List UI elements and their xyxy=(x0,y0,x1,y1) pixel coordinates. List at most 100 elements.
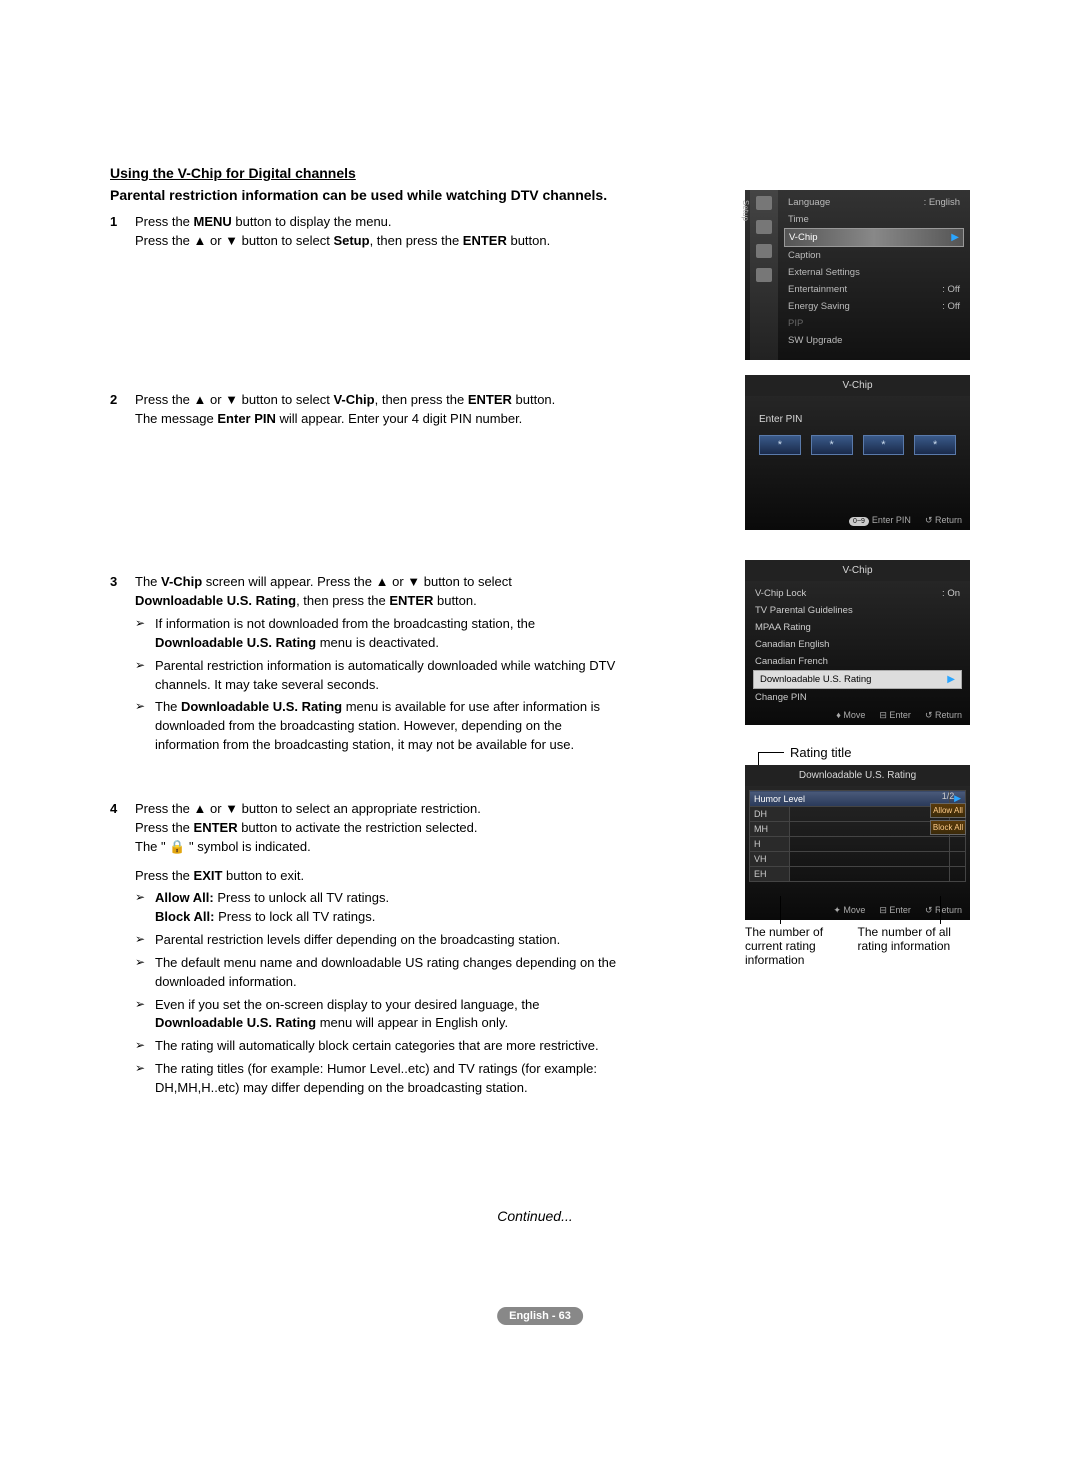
note: ➢The rating titles (for example: Humor L… xyxy=(135,1060,625,1098)
menu-row: Change PIN xyxy=(753,689,962,706)
section-heading: Using the V-Chip for Digital channels xyxy=(110,165,960,181)
table-header: Humor Level xyxy=(750,791,950,807)
text: Press the xyxy=(135,820,194,835)
text: V-Chip xyxy=(161,574,202,589)
text: V-Chip xyxy=(333,392,374,407)
allow-all-button: Allow All xyxy=(930,803,966,818)
steps-list: 1 Press the MENU button to display the m… xyxy=(110,213,625,1098)
note: ➢If information is not downloaded from t… xyxy=(135,615,625,653)
text: Press to unlock all TV ratings. xyxy=(214,890,389,905)
text: If information is not downloaded from th… xyxy=(155,616,535,631)
screen-footer: 0~9Enter PIN ↺ Return xyxy=(849,515,962,526)
screen-title: V-Chip xyxy=(745,560,970,581)
text: The xyxy=(135,574,161,589)
note-arrow-icon: ➢ xyxy=(135,657,155,695)
note: ➢The Downloadable U.S. Rating menu is av… xyxy=(135,698,625,755)
text: Move xyxy=(843,905,865,915)
text: The xyxy=(155,699,181,714)
text: The message xyxy=(135,411,217,426)
page-fraction: 1/2 xyxy=(930,791,966,801)
text: The rating titles (for example: Humor Le… xyxy=(155,1060,625,1098)
text: Press to lock all TV ratings. xyxy=(214,909,375,924)
menu-row: SW Upgrade xyxy=(784,332,964,349)
menu-icon xyxy=(756,244,772,258)
menu-row: Canadian French xyxy=(753,653,962,670)
note: ➢Allow All: Press to unlock all TV ratin… xyxy=(135,889,625,927)
text: Enter PIN xyxy=(217,411,276,426)
text: Move xyxy=(843,710,865,720)
pin-box: * xyxy=(863,435,905,455)
note-arrow-icon: ➢ xyxy=(135,931,155,950)
text: Press the ▲ or ▼ button to select xyxy=(135,233,333,248)
setup-menu-list: Language: EnglishTimeV-Chip▶CaptionExter… xyxy=(778,190,970,360)
pin-box: * xyxy=(914,435,956,455)
screen-title: V-Chip xyxy=(745,375,970,396)
menu-row: Downloadable U.S. Rating▶ xyxy=(753,670,962,689)
callout-line xyxy=(780,896,781,924)
note: ➢Even if you set the on-screen display t… xyxy=(135,996,625,1034)
text: Enter xyxy=(889,905,911,915)
screen-footer: ♦ Move ⊟ Enter ↺ Return xyxy=(836,710,962,721)
menu-icon xyxy=(756,268,772,282)
text: Downloadable U.S. Rating xyxy=(155,635,316,650)
step-body: Press the ▲ or ▼ button to select an app… xyxy=(135,800,625,1098)
text: menu is deactivated. xyxy=(316,635,439,650)
rating-title-callout: Rating title xyxy=(790,745,851,760)
menu-row: V-Chip Lock: On xyxy=(753,585,962,602)
note: ➢Parental restriction levels differ depe… xyxy=(135,931,625,950)
step-number: 4 xyxy=(110,800,135,1098)
tv-rating-table: Downloadable U.S. Rating Humor Level▶ DH… xyxy=(745,765,970,920)
text: Downloadable U.S. Rating xyxy=(155,1015,316,1030)
step-4: 4 Press the ▲ or ▼ button to select an a… xyxy=(110,800,625,1098)
note-arrow-icon: ➢ xyxy=(135,615,155,653)
table-row: VH xyxy=(750,852,966,867)
text: Downloadable U.S. Rating xyxy=(135,593,296,608)
text: , then press the xyxy=(296,593,389,608)
text: The rating will automatically block cert… xyxy=(155,1037,599,1056)
step-body: Press the ▲ or ▼ button to select V-Chip… xyxy=(135,391,625,429)
text: screen will appear. Press the ▲ or ▼ but… xyxy=(202,574,512,589)
step-number: 3 xyxy=(110,573,135,755)
text: Parental restriction information is auto… xyxy=(155,657,625,695)
text: Downloadable U.S. Rating xyxy=(181,699,342,714)
note: ➢Parental restriction information is aut… xyxy=(135,657,625,695)
callout-line xyxy=(940,896,941,924)
callout-line xyxy=(758,752,759,766)
pin-box: * xyxy=(811,435,853,455)
caption-right: The number of all rating information xyxy=(858,925,971,967)
note-arrow-icon: ➢ xyxy=(135,996,155,1034)
menu-icon xyxy=(756,220,772,234)
rating-side-panel: 1/2 Allow All Block All xyxy=(930,791,966,837)
screen-title: Downloadable U.S. Rating xyxy=(745,765,970,786)
text: The default menu name and downloadable U… xyxy=(155,954,625,992)
text: The " 🔒 " symbol is indicated. xyxy=(135,839,311,854)
text: ENTER xyxy=(389,593,433,608)
pin-label: Enter PIN xyxy=(759,414,956,425)
foot-btn: 0~9 xyxy=(849,517,869,526)
pin-box: * xyxy=(759,435,801,455)
text: , then press the xyxy=(370,233,463,248)
step-body: Press the MENU button to display the men… xyxy=(135,213,625,251)
tv-setup-menu: Setup Language: EnglishTimeV-Chip▶Captio… xyxy=(745,190,970,360)
note-arrow-icon: ➢ xyxy=(135,698,155,755)
tv-enter-pin: V-Chip Enter PIN * * * * 0~9Enter PIN ↺ … xyxy=(745,375,970,530)
menu-row: Energy Saving: Off xyxy=(784,298,964,315)
menu-row: V-Chip▶ xyxy=(784,228,964,247)
menu-row: MPAA Rating xyxy=(753,619,962,636)
vchip-menu-list: V-Chip Lock: OnTV Parental GuidelinesMPA… xyxy=(745,581,970,710)
text: button to display the menu. xyxy=(232,214,392,229)
text: Parental restriction levels differ depen… xyxy=(155,931,560,950)
menu-row: Language: English xyxy=(784,194,964,211)
menu-icon xyxy=(756,196,772,210)
note-arrow-icon: ➢ xyxy=(135,889,155,927)
note-arrow-icon: ➢ xyxy=(135,1037,155,1056)
text: button. xyxy=(507,233,550,248)
text: MENU xyxy=(194,214,232,229)
caption-row: The number of current rating information… xyxy=(745,925,970,967)
tv-vchip-menu: V-Chip V-Chip Lock: OnTV Parental Guidel… xyxy=(745,560,970,725)
table-row: EH xyxy=(750,867,966,882)
text: Return xyxy=(935,710,962,720)
text: Allow All: xyxy=(155,890,214,905)
note-arrow-icon: ➢ xyxy=(135,954,155,992)
text: will appear. Enter your 4 digit PIN numb… xyxy=(276,411,522,426)
